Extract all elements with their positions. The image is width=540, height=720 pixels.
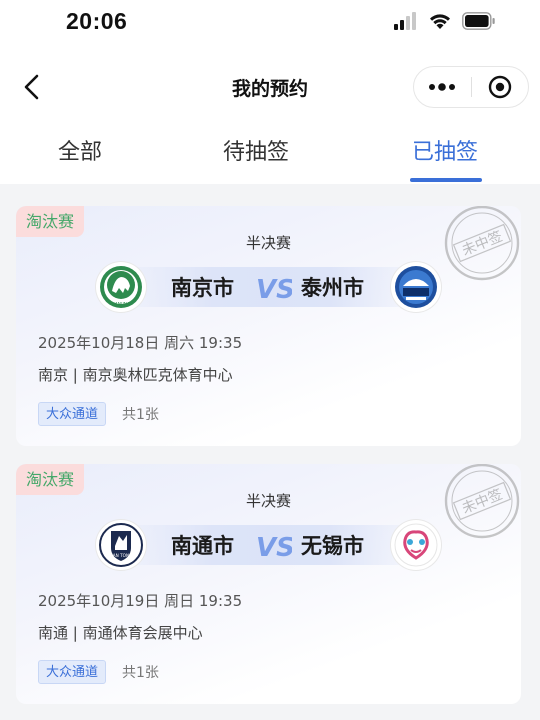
tab-pending-draw[interactable]: 待抽签 [223,134,289,166]
reservation-list: 淘汰赛 未中签 半决赛 NANJING 南京市 VS 泰州市 2025年10月1… [0,184,540,720]
vs-icon: VS [256,533,292,563]
battery-icon [462,12,496,30]
vs-text: VS [256,533,292,563]
ticket-count: 共1张 [122,407,159,423]
tab-all[interactable]: 全部 [58,134,102,166]
more-button[interactable] [414,66,471,108]
logo-caption: NANJING [111,302,131,308]
match-stage: 半决赛 [245,234,291,252]
wuxi-team-logo [391,520,441,570]
channel-tag: 大众通道 [38,402,107,426]
tab-bar: 全部 待抽签 已抽签 [0,128,540,184]
home-team-name: 南通市 [171,534,234,558]
status-time: 20:06 [66,8,128,34]
match-stage: 半决赛 [245,492,291,510]
away-team-name: 泰州市 [301,276,364,300]
status-bar: 20:06 [0,0,540,46]
channel-tag: 大众通道 [38,660,107,684]
match-venue: 南通 | 南通体育会展中心 [38,624,203,642]
status-icons [394,12,496,30]
vs-text: VS [256,275,292,305]
match-datetime: 2025年10月19日 周日 19:35 [38,592,243,610]
close-miniprogram-button[interactable] [471,66,528,108]
nanjing-team-logo: NANJING [96,262,146,312]
more-dots-icon [429,83,456,91]
vs-icon: VS [256,275,292,305]
home-team-name: 南京市 [171,276,234,300]
mini-program-capsule [413,66,529,108]
away-team-name: 无锡市 [301,534,364,558]
nantong-team-logo: NAN TONG [96,520,146,570]
match-row: NANJING 南京市 VS 泰州市 [96,262,441,312]
nav-bar: 我的预约 [0,46,540,128]
cellular-signal-icon [394,12,418,30]
target-circle-icon [488,75,511,99]
match-venue: 南京 | 南京奥林匹克体育中心 [38,366,233,384]
taizhou-team-logo [391,262,441,312]
match-row: NAN TONG 南通市 VS 无锡市 [96,520,441,570]
reservation-card[interactable]: 淘汰赛 未中签 半决赛 NANJING 南京市 VS 泰州市 2025年10月1… [16,206,521,446]
active-tab-indicator [410,178,482,182]
logo-caption: NAN TONG [110,553,133,558]
tab-drawn[interactable]: 已抽签 [412,134,478,166]
match-datetime: 2025年10月18日 周六 19:35 [38,334,243,352]
wifi-icon [428,12,452,30]
ticket-count: 共1张 [122,665,159,681]
reservation-card[interactable]: 淘汰赛 未中签 半决赛 NAN TONG 南通市 VS 无锡市 2025年10月… [16,464,521,704]
